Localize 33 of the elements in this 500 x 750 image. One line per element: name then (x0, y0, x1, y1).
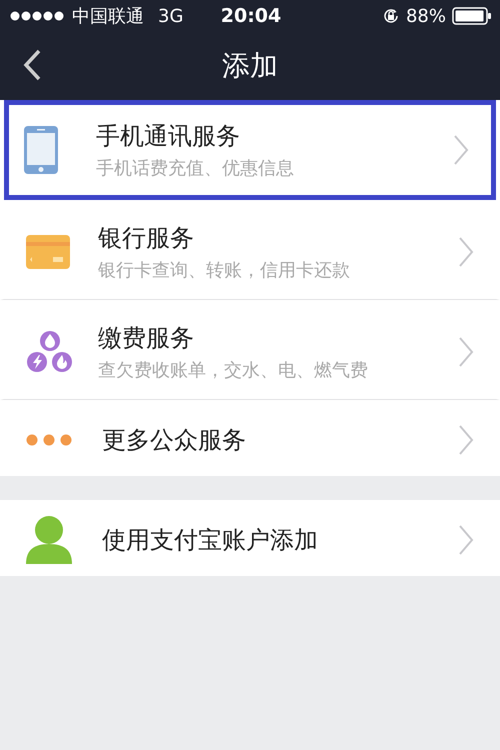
more-icon (26, 434, 72, 446)
chevron-icon (458, 524, 474, 556)
item-title: 手机通讯服务 (96, 121, 241, 152)
chevron-icon (453, 134, 469, 166)
page-title: 添加 (222, 48, 278, 84)
bank-card-icon (26, 234, 70, 268)
signal-icon (10, 11, 66, 21)
item-title: 更多公众服务 (101, 424, 247, 456)
person-icon (26, 516, 72, 564)
battery-percent: 88% (406, 6, 446, 26)
battery-icon (452, 7, 492, 25)
chevron-icon (458, 424, 474, 456)
item-subtitle: 查欠费收账单，交水、电、燃气费 (98, 358, 369, 382)
service-item[interactable]: 银行服务 银行卡查询、转账，信用卡还款 (0, 200, 500, 300)
clock-time: 20:04 (220, 5, 282, 27)
chevron-icon (458, 236, 474, 268)
phone-icon (24, 126, 58, 174)
carrier-name: 中国联通 (72, 5, 144, 28)
utilities-icon (26, 330, 74, 374)
service-item[interactable]: 更多公众服务 (0, 400, 500, 476)
back-icon (22, 48, 42, 82)
service-item[interactable]: 手机通讯服务 手机话费充值、优惠信息 (4, 100, 496, 200)
item-title: 使用支付宝账户添加 (101, 524, 319, 556)
service-item[interactable]: 缴费服务 查欠费收账单，交水、电、燃气费 (0, 300, 500, 400)
back-button[interactable] (22, 48, 42, 82)
chevron-icon (458, 336, 474, 368)
rotation-lock-icon (382, 7, 400, 25)
item-subtitle: 手机话费充值、优惠信息 (96, 157, 295, 180)
network-type: 3G (158, 6, 184, 26)
service-item[interactable]: 使用支付宝账户添加 (0, 500, 500, 576)
item-title: 银行服务 (98, 222, 195, 254)
item-subtitle: 银行卡查询、转账，信用卡还款 (98, 258, 351, 282)
item-title: 缴费服务 (98, 322, 195, 354)
